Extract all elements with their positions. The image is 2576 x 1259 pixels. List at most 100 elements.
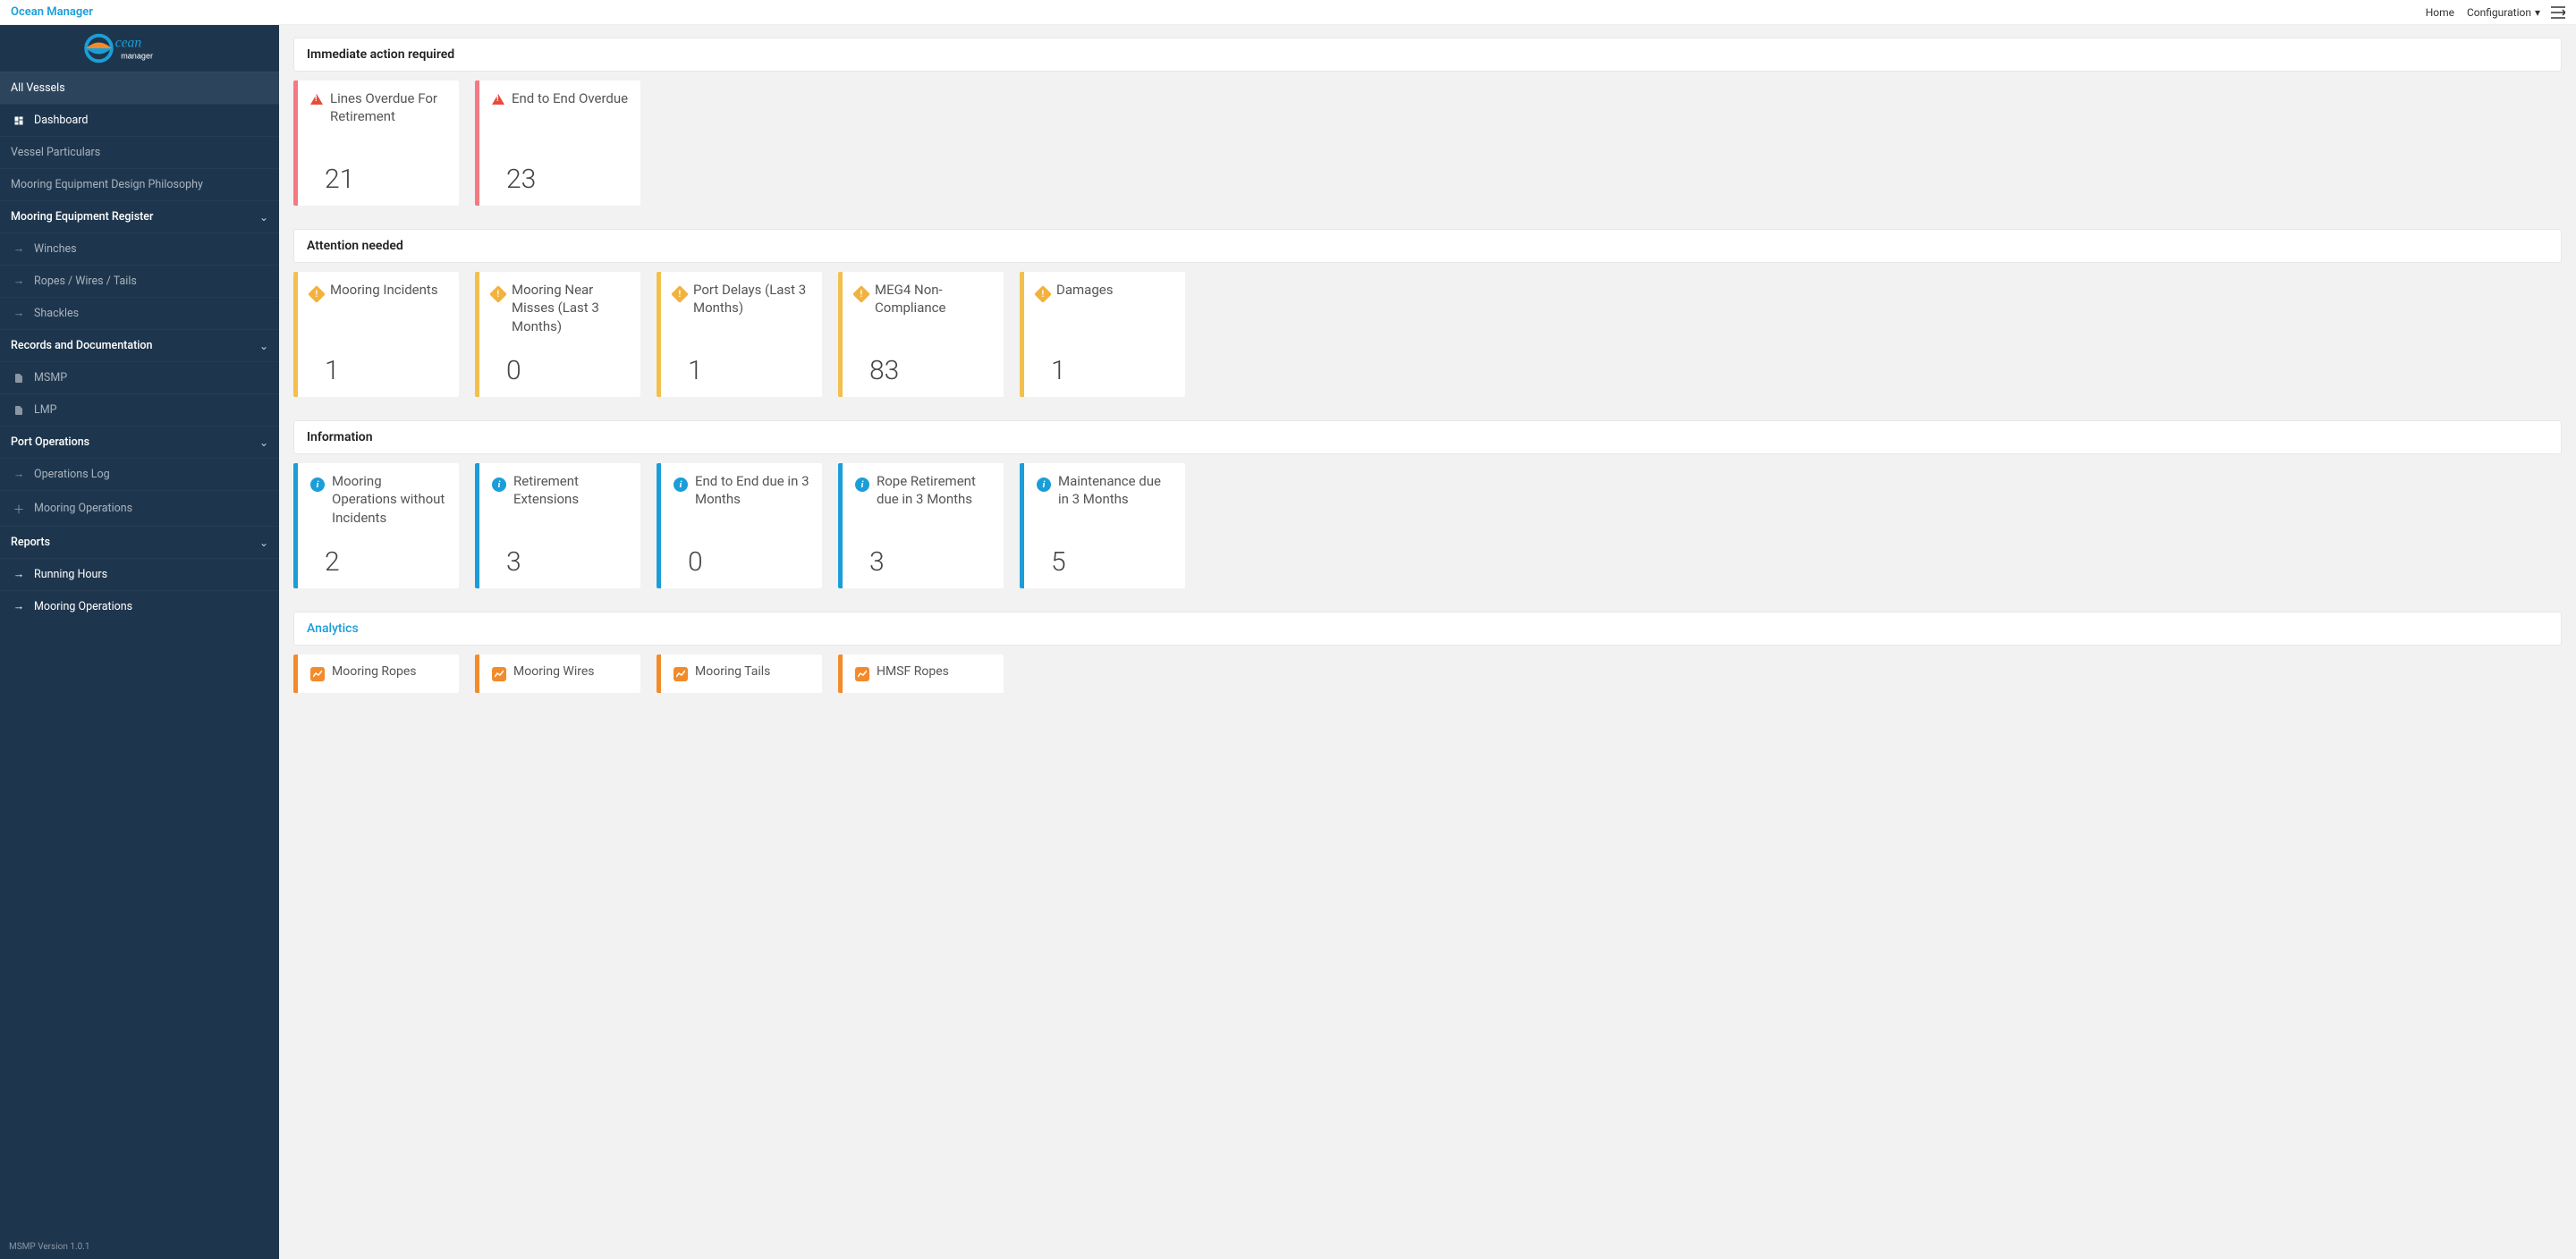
sidebar-item-label: Port Operations — [11, 435, 89, 449]
dashboard-icon — [13, 115, 25, 126]
sidebar-item-design-philosophy[interactable]: Mooring Equipment Design Philosophy — [0, 168, 279, 200]
warning-diamond-icon — [855, 283, 868, 300]
chevron-down-icon: ⌄ — [259, 211, 268, 224]
sidebar-item-label: Ropes / Wires / Tails — [34, 275, 137, 288]
card-value: 23 — [492, 164, 630, 195]
card-value: 3 — [492, 546, 630, 578]
card-retirement-extensions[interactable]: iRetirement Extensions 3 — [475, 463, 640, 588]
card-mooring-tails[interactable]: Mooring Tails — [657, 655, 822, 693]
warning-diamond-icon — [310, 283, 323, 300]
brand-title[interactable]: Ocean Manager — [11, 5, 93, 19]
card-port-delays[interactable]: Port Delays (Last 3 Months) 1 — [657, 272, 822, 397]
sidebar-section-records[interactable]: Records and Documentation ⌄ — [0, 329, 279, 361]
main-content: Immediate action required Lines Overdue … — [279, 25, 2576, 1259]
sidebar-item-label: Mooring Equipment Register — [11, 210, 153, 224]
card-ops-without-incidents[interactable]: iMooring Operations without Incidents 2 — [293, 463, 459, 588]
sidebar-item-label: LMP — [34, 403, 57, 417]
arrow-right-icon: → — [13, 568, 25, 581]
card-end-to-end-overdue[interactable]: End to End Overdue 23 — [475, 80, 640, 206]
card-mooring-incidents[interactable]: Mooring Incidents 1 — [293, 272, 459, 397]
card-label: Port Delays (Last 3 Months) — [693, 281, 811, 317]
card-value: 1 — [674, 355, 811, 386]
sidebar-item-lmp[interactable]: LMP — [0, 393, 279, 426]
sidebar-item-label: Vessel Particulars — [11, 146, 100, 159]
card-meg4[interactable]: MEG4 Non-Compliance 83 — [838, 272, 1004, 397]
card-value: 21 — [310, 164, 448, 195]
card-value: 2 — [310, 546, 448, 578]
warning-diamond-icon — [674, 283, 686, 300]
sidebar-item-vessel-particulars[interactable]: Vessel Particulars — [0, 136, 279, 168]
card-label: Mooring Incidents — [330, 281, 438, 299]
card-maintenance-due[interactable]: i Maintenance due in 3 Months 5 — [1020, 463, 1185, 588]
sidebar-item-all-vessels[interactable]: All Vessels — [0, 72, 279, 104]
card-damages[interactable]: Damages 1 — [1020, 272, 1185, 397]
sidebar-item-label: Records and Documentation — [11, 339, 152, 352]
sidebar-item-dashboard[interactable]: Dashboard — [0, 104, 279, 136]
chart-icon — [674, 665, 688, 682]
card-hmsf-ropes[interactable]: HMSF Ropes — [838, 655, 1004, 693]
card-rope-retirement-due[interactable]: iRope Retirement due in 3 Months 3 — [838, 463, 1004, 588]
sidebar-item-label: Shackles — [34, 307, 79, 320]
sidebar: cean manager All Vessels Dashboard Vesse… — [0, 25, 279, 1259]
sidebar-item-running-hours[interactable]: → Running Hours — [0, 558, 279, 590]
sidebar-item-label: Operations Log — [34, 468, 110, 481]
card-end-to-end-due[interactable]: iEnd to End due in 3 Months 0 — [657, 463, 822, 588]
card-value: 0 — [674, 546, 811, 578]
card-label: Rope Retirement due in 3 Months — [877, 472, 993, 509]
arrow-right-icon: → — [13, 600, 25, 613]
brand-logo: cean manager — [0, 25, 279, 72]
card-label: Mooring Wires — [513, 663, 595, 680]
card-value: 5 — [1037, 546, 1174, 578]
caret-down-icon: ▾ — [2535, 6, 2540, 19]
sidebar-item-label: Mooring Operations — [34, 600, 132, 613]
sidebar-item-shackles[interactable]: → Shackles — [0, 297, 279, 329]
card-mooring-ropes[interactable]: Mooring Ropes — [293, 655, 459, 693]
sidebar-item-label: All Vessels — [11, 81, 65, 95]
sidebar-section-register[interactable]: Mooring Equipment Register ⌄ — [0, 200, 279, 232]
sidebar-item-mooring-ops[interactable]: ＋ Mooring Operations — [0, 490, 279, 526]
card-near-misses[interactable]: Mooring Near Misses (Last 3 Months) 0 — [475, 272, 640, 397]
info-icon: i — [492, 474, 506, 492]
sidebar-toggle-icon[interactable] — [2551, 6, 2565, 19]
chart-icon — [492, 665, 506, 682]
sidebar-item-ropes[interactable]: → Ropes / Wires / Tails — [0, 265, 279, 297]
card-value: 83 — [855, 355, 993, 386]
section-immediate-action: Immediate action required — [293, 38, 2562, 72]
arrow-right-icon: → — [13, 242, 25, 256]
warning-triangle-icon — [310, 91, 323, 108]
chart-icon — [310, 665, 325, 682]
card-lines-overdue[interactable]: Lines Overdue For Retirement 21 — [293, 80, 459, 206]
sidebar-item-winches[interactable]: → Winches — [0, 232, 279, 265]
warning-diamond-icon — [492, 283, 504, 300]
arrow-right-icon: → — [13, 307, 25, 320]
sidebar-section-reports[interactable]: Reports ⌄ — [0, 526, 279, 558]
card-label: Maintenance due in 3 Months — [1058, 472, 1174, 509]
row-immediate: Lines Overdue For Retirement 21 End to E… — [293, 80, 2562, 206]
card-mooring-wires[interactable]: Mooring Wires — [475, 655, 640, 693]
warning-diamond-icon — [1037, 283, 1049, 300]
card-label: End to End due in 3 Months — [695, 472, 811, 509]
sidebar-item-label: Winches — [34, 242, 77, 256]
info-icon: i — [1037, 474, 1051, 492]
sidebar-item-label: Mooring Operations — [34, 502, 132, 515]
card-label: Lines Overdue For Retirement — [330, 89, 448, 126]
section-attention-needed: Attention needed — [293, 229, 2562, 263]
chevron-down-icon: ⌄ — [259, 340, 268, 352]
nav-configuration[interactable]: Configuration ▾ — [2467, 6, 2540, 19]
chart-icon — [855, 665, 869, 682]
sidebar-section-port-ops[interactable]: Port Operations ⌄ — [0, 426, 279, 458]
card-label: Mooring Tails — [695, 663, 770, 680]
sidebar-item-msmp[interactable]: MSMP — [0, 361, 279, 393]
section-analytics[interactable]: Analytics — [293, 612, 2562, 646]
card-label: MEG4 Non-Compliance — [875, 281, 993, 317]
card-label: Mooring Near Misses (Last 3 Months) — [512, 281, 630, 335]
version-label: MSMP Version 1.0.1 — [0, 1235, 279, 1259]
row-information: iMooring Operations without Incidents 2 … — [293, 463, 2562, 588]
sidebar-item-report-mooring-ops[interactable]: → Mooring Operations — [0, 590, 279, 622]
sidebar-item-ops-log[interactable]: → Operations Log — [0, 458, 279, 490]
card-label: Mooring Operations without Incidents — [332, 472, 448, 527]
document-icon — [13, 373, 25, 384]
nav-home[interactable]: Home — [2426, 6, 2454, 19]
card-label: Damages — [1056, 281, 1113, 299]
arrow-right-icon: → — [13, 275, 25, 288]
